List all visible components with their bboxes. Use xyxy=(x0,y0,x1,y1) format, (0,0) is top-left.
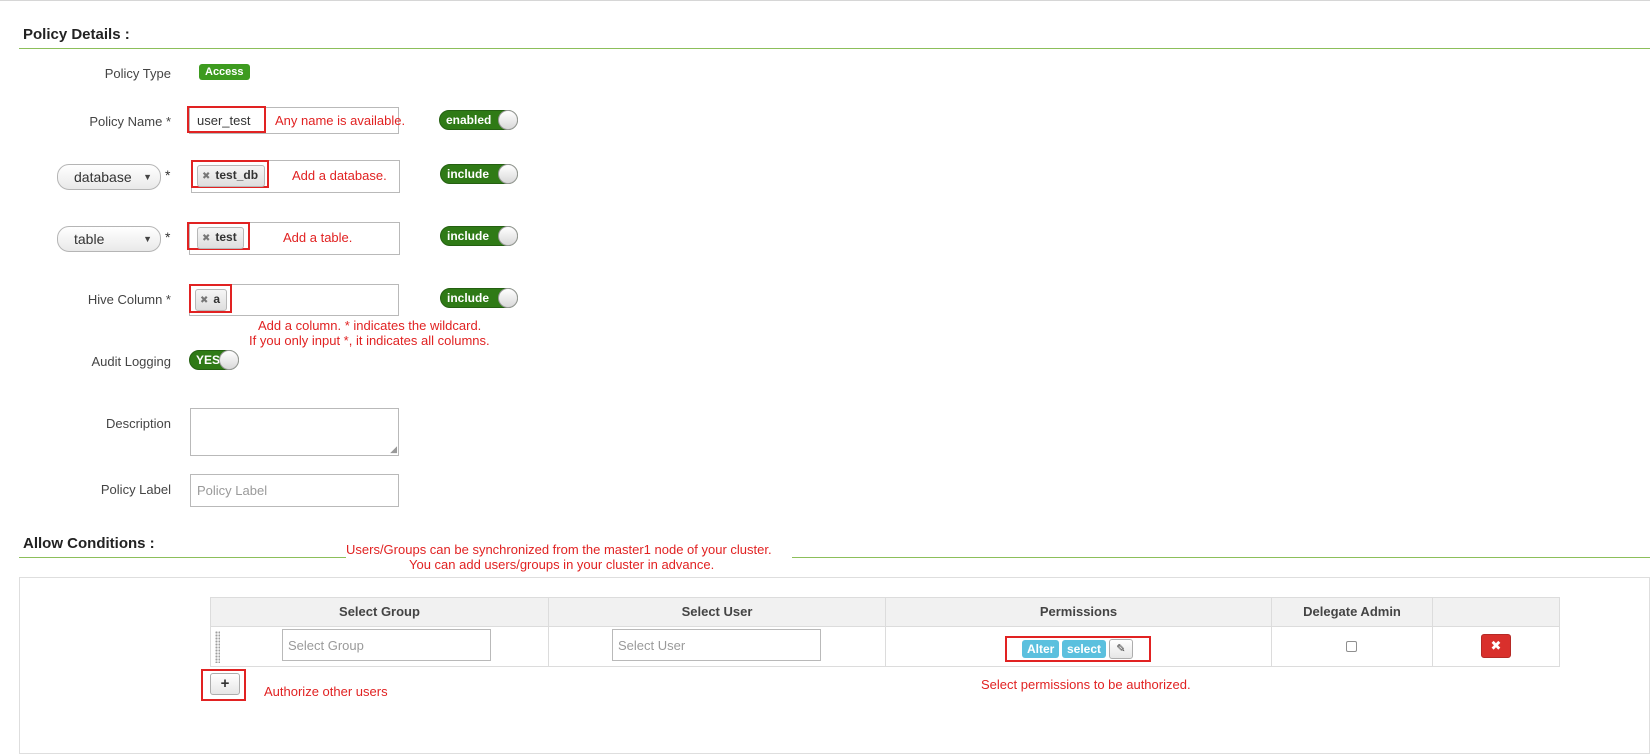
users-sync-note-line2: You can add users/groups in your cluster… xyxy=(409,557,715,572)
placeholder-text: Policy Label xyxy=(197,483,268,498)
placeholder-text: Select Group xyxy=(288,638,364,653)
toggle-knob xyxy=(498,288,518,308)
add-users-note: Authorize other users xyxy=(264,684,388,699)
column-header-select-user: Select User xyxy=(549,598,886,626)
policy-name-note: Any name is available. xyxy=(275,113,406,128)
description-label: Description xyxy=(105,416,171,431)
hive-column-note-line2: If you only input *, it indicates all co… xyxy=(249,333,490,348)
resource-type-select-database[interactable]: database ▼ xyxy=(57,164,161,190)
toggle-label: include xyxy=(447,167,490,181)
select-user-input[interactable]: Select User xyxy=(612,629,821,661)
column-separator xyxy=(548,627,549,667)
policy-label-input[interactable]: Policy Label xyxy=(190,474,399,507)
conditions-table-header: Select Group Select User Permissions Del… xyxy=(210,597,1560,627)
select-value: table xyxy=(74,231,105,247)
resize-grip-icon[interactable]: ◢ xyxy=(390,444,397,455)
toggle-label: include xyxy=(447,229,490,243)
column-separator xyxy=(1432,627,1433,667)
table-note: Add a table. xyxy=(283,230,353,245)
description-textarea[interactable]: ◢ xyxy=(190,408,399,456)
select-value: database xyxy=(74,169,132,185)
column-header-permissions: Permissions xyxy=(886,598,1272,626)
caret-down-icon: ▼ xyxy=(143,172,152,182)
top-border xyxy=(0,0,1650,1)
policy-type-label: Policy Type xyxy=(104,66,171,81)
required-marker: * xyxy=(165,229,171,245)
column-header-actions xyxy=(1433,598,1559,626)
database-note: Add a database. xyxy=(292,168,387,183)
resource-type-select-table[interactable]: table ▼ xyxy=(57,226,161,252)
column-header-select-group: Select Group xyxy=(211,598,549,626)
policy-label-label: Policy Label xyxy=(100,482,171,497)
caret-down-icon: ▼ xyxy=(143,234,152,244)
close-icon: ✖ xyxy=(1490,638,1502,653)
remove-tag-icon[interactable]: ✖ xyxy=(202,171,210,182)
drag-handle-icon[interactable] xyxy=(215,631,220,663)
tag-text: test xyxy=(215,230,237,244)
toggle-label: enabled xyxy=(446,113,492,127)
hive-column-note-line1: Add a column. * indicates the wildcard. xyxy=(258,318,482,333)
policy-name-label: Policy Name * xyxy=(89,114,171,129)
remove-tag-icon[interactable]: ✖ xyxy=(200,295,208,306)
section-title-policy-details: Policy Details : xyxy=(23,26,130,43)
hive-column-label: Hive Column * xyxy=(87,292,171,307)
policy-name-value: user_test xyxy=(197,113,251,128)
add-condition-button[interactable]: + xyxy=(210,673,240,695)
table-include-toggle[interactable]: include xyxy=(440,226,518,246)
toggle-knob xyxy=(498,164,518,184)
toggle-knob xyxy=(498,226,518,246)
toggle-knob xyxy=(219,350,239,370)
placeholder-text: Select User xyxy=(618,638,686,653)
toggle-label: YES xyxy=(196,353,221,367)
audit-logging-toggle[interactable]: YES xyxy=(189,350,239,370)
table-tag[interactable]: ✖ test xyxy=(197,227,244,249)
delete-row-button[interactable]: ✖ xyxy=(1481,634,1511,658)
column-separator xyxy=(885,627,886,667)
column-header-delegate-admin: Delegate Admin xyxy=(1272,598,1433,626)
policy-type-badge: Access xyxy=(199,64,250,80)
tag-text: test_db xyxy=(215,168,259,182)
plus-icon: + xyxy=(220,675,230,692)
select-group-input[interactable]: Select Group xyxy=(282,629,491,661)
section-title-allow-conditions: Allow Conditions : xyxy=(23,535,155,552)
permission-tag-select: select xyxy=(1062,640,1107,658)
section-divider xyxy=(19,557,1650,558)
section-divider xyxy=(19,48,1650,49)
remove-tag-icon[interactable]: ✖ xyxy=(202,233,210,244)
policy-enabled-toggle[interactable]: enabled xyxy=(439,110,518,130)
edit-permissions-button[interactable]: ✎ xyxy=(1109,639,1133,659)
permissions-note: Select permissions to be authorized. xyxy=(981,677,1191,692)
permission-tag-alter: Alter xyxy=(1022,640,1060,658)
required-marker: * xyxy=(165,167,171,183)
column-separator xyxy=(1271,627,1272,667)
users-sync-note-line1: Users/Groups can be synchronized from th… xyxy=(346,542,772,557)
toggle-label: include xyxy=(447,291,490,305)
database-include-toggle[interactable]: include xyxy=(440,164,518,184)
database-tag[interactable]: ✖ test_db xyxy=(197,165,266,187)
column-include-toggle[interactable]: include xyxy=(440,288,518,308)
column-tag[interactable]: ✖ a xyxy=(195,289,228,311)
audit-logging-label: Audit Logging xyxy=(91,354,171,369)
pencil-icon: ✎ xyxy=(1116,643,1126,655)
tag-text: a xyxy=(213,292,221,306)
delegate-admin-checkbox[interactable] xyxy=(1346,641,1357,652)
toggle-knob xyxy=(498,110,518,130)
